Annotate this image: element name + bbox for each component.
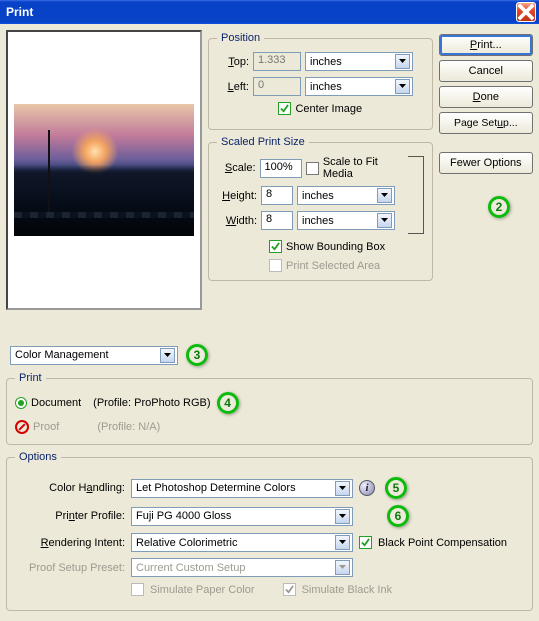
- page-setup-button[interactable]: Page Setup...: [439, 112, 533, 134]
- link-bracket-icon: [408, 156, 424, 234]
- width-units-value: inches: [302, 215, 334, 227]
- rendering-intent-label: Rendering Intent:: [15, 537, 125, 549]
- top-input: 1.333: [253, 52, 301, 71]
- chevron-down-icon: [377, 188, 392, 203]
- black-point-compensation-checkbox[interactable]: [359, 536, 372, 549]
- close-icon: [517, 3, 535, 21]
- scale-input[interactable]: 100%: [260, 159, 303, 178]
- chevron-down-icon: [335, 481, 350, 496]
- done-button[interactable]: Done: [439, 86, 533, 108]
- chevron-down-icon: [335, 509, 350, 524]
- annotation-4: 4: [217, 392, 239, 414]
- show-bounding-box-label: Show Bounding Box: [286, 241, 385, 253]
- check-icon: [280, 104, 289, 113]
- color-handling-value: Let Photoshop Determine Colors: [136, 482, 296, 494]
- annotation-5: 5: [385, 477, 407, 499]
- left-units-value: inches: [310, 81, 342, 93]
- left-units-select[interactable]: inches: [305, 77, 413, 96]
- print-selected-area-checkbox: [269, 259, 282, 272]
- width-label: Width:: [217, 215, 257, 227]
- print-group: Print Document (Profile: ProPhoto RGB) 4…: [6, 372, 533, 445]
- proof-setup-preset-label: Proof Setup Preset:: [15, 562, 125, 574]
- color-handling-label: Color Handling:: [15, 482, 125, 494]
- chevron-down-icon: [395, 79, 410, 94]
- mode-select-value: Color Management: [15, 349, 109, 361]
- preview-image: [14, 104, 194, 236]
- printer-profile-value: Fuji PG 4000 Gloss: [136, 510, 231, 522]
- document-profile-text: (Profile: ProPhoto RGB): [93, 397, 210, 409]
- scale-to-fit-label: Scale to Fit Media: [323, 156, 408, 180]
- left-input: 0: [253, 77, 301, 96]
- chevron-down-icon: [377, 213, 392, 228]
- proof-setup-preset-select: Current Custom Setup: [131, 558, 353, 577]
- annotation-2: 2: [488, 196, 510, 218]
- window-title: Print: [6, 5, 33, 19]
- scale-to-fit-checkbox[interactable]: [306, 162, 319, 175]
- proof-profile-text: (Profile: N/A): [97, 421, 160, 433]
- rendering-intent-value: Relative Colorimetric: [136, 537, 237, 549]
- dialog-body: Position Top: 1.333 inches Left: 0 inche…: [0, 24, 539, 621]
- cancel-button[interactable]: Cancel: [439, 60, 533, 82]
- chevron-down-icon: [335, 560, 350, 575]
- scaled-legend: Scaled Print Size: [217, 136, 309, 148]
- print-button[interactable]: Print...: [439, 34, 533, 56]
- annotation-6: 6: [387, 505, 409, 527]
- height-input[interactable]: 8: [261, 186, 293, 205]
- top-units-value: inches: [310, 56, 342, 68]
- proof-setup-preset-value: Current Custom Setup: [136, 562, 245, 574]
- check-icon: [285, 585, 294, 594]
- position-group: Position Top: 1.333 inches Left: 0 inche…: [208, 32, 433, 130]
- proof-radio-label: Proof: [33, 421, 59, 433]
- height-label: Height:: [217, 190, 257, 202]
- rendering-intent-select[interactable]: Relative Colorimetric: [131, 533, 353, 552]
- annotation-3: 3: [186, 344, 208, 366]
- center-image-label: Center Image: [295, 103, 362, 115]
- simulate-paper-color-checkbox: [131, 583, 144, 596]
- printer-profile-label: Printer Profile:: [15, 510, 125, 522]
- height-units-value: inches: [302, 190, 334, 202]
- fewer-options-label: Fewer Options: [450, 157, 522, 169]
- height-units-select[interactable]: inches: [297, 186, 395, 205]
- simulate-paper-color-label: Simulate Paper Color: [150, 584, 255, 596]
- scale-label: Scale:: [217, 162, 256, 174]
- show-bounding-box-checkbox[interactable]: [269, 240, 282, 253]
- top-units-select[interactable]: inches: [305, 52, 413, 71]
- chevron-down-icon: [395, 54, 410, 69]
- print-legend: Print: [15, 372, 46, 384]
- printer-profile-select[interactable]: Fuji PG 4000 Gloss: [131, 507, 353, 526]
- close-button[interactable]: [516, 2, 536, 22]
- titlebar: Print: [0, 0, 539, 24]
- options-group: Options Color Handling: Let Photoshop De…: [6, 451, 533, 611]
- width-units-select[interactable]: inches: [297, 211, 395, 230]
- simulate-black-ink-checkbox: [283, 583, 296, 596]
- fewer-options-button[interactable]: Fewer Options: [439, 152, 533, 174]
- print-selected-area-label: Print Selected Area: [286, 260, 380, 272]
- chevron-down-icon: [335, 535, 350, 550]
- info-icon[interactable]: i: [359, 480, 375, 496]
- left-label: Left:: [217, 81, 249, 93]
- center-image-checkbox[interactable]: [278, 102, 291, 115]
- options-legend: Options: [15, 451, 61, 463]
- black-point-compensation-label: Black Point Compensation: [378, 537, 507, 549]
- print-preview: [6, 30, 202, 310]
- width-input[interactable]: 8: [261, 211, 293, 230]
- document-radio-label: Document: [31, 397, 81, 409]
- check-icon: [271, 242, 280, 251]
- simulate-black-ink-label: Simulate Black Ink: [302, 584, 393, 596]
- check-icon: [361, 538, 370, 547]
- scaled-print-size-group: Scaled Print Size Scale: 100% Scale to F…: [208, 136, 433, 281]
- chevron-down-icon: [160, 348, 175, 363]
- top-label: Top:: [217, 56, 249, 68]
- color-handling-select[interactable]: Let Photoshop Determine Colors: [131, 479, 353, 498]
- position-legend: Position: [217, 32, 264, 44]
- mode-select[interactable]: Color Management: [10, 346, 178, 365]
- document-radio[interactable]: [15, 397, 27, 409]
- prohibited-icon: [15, 420, 29, 434]
